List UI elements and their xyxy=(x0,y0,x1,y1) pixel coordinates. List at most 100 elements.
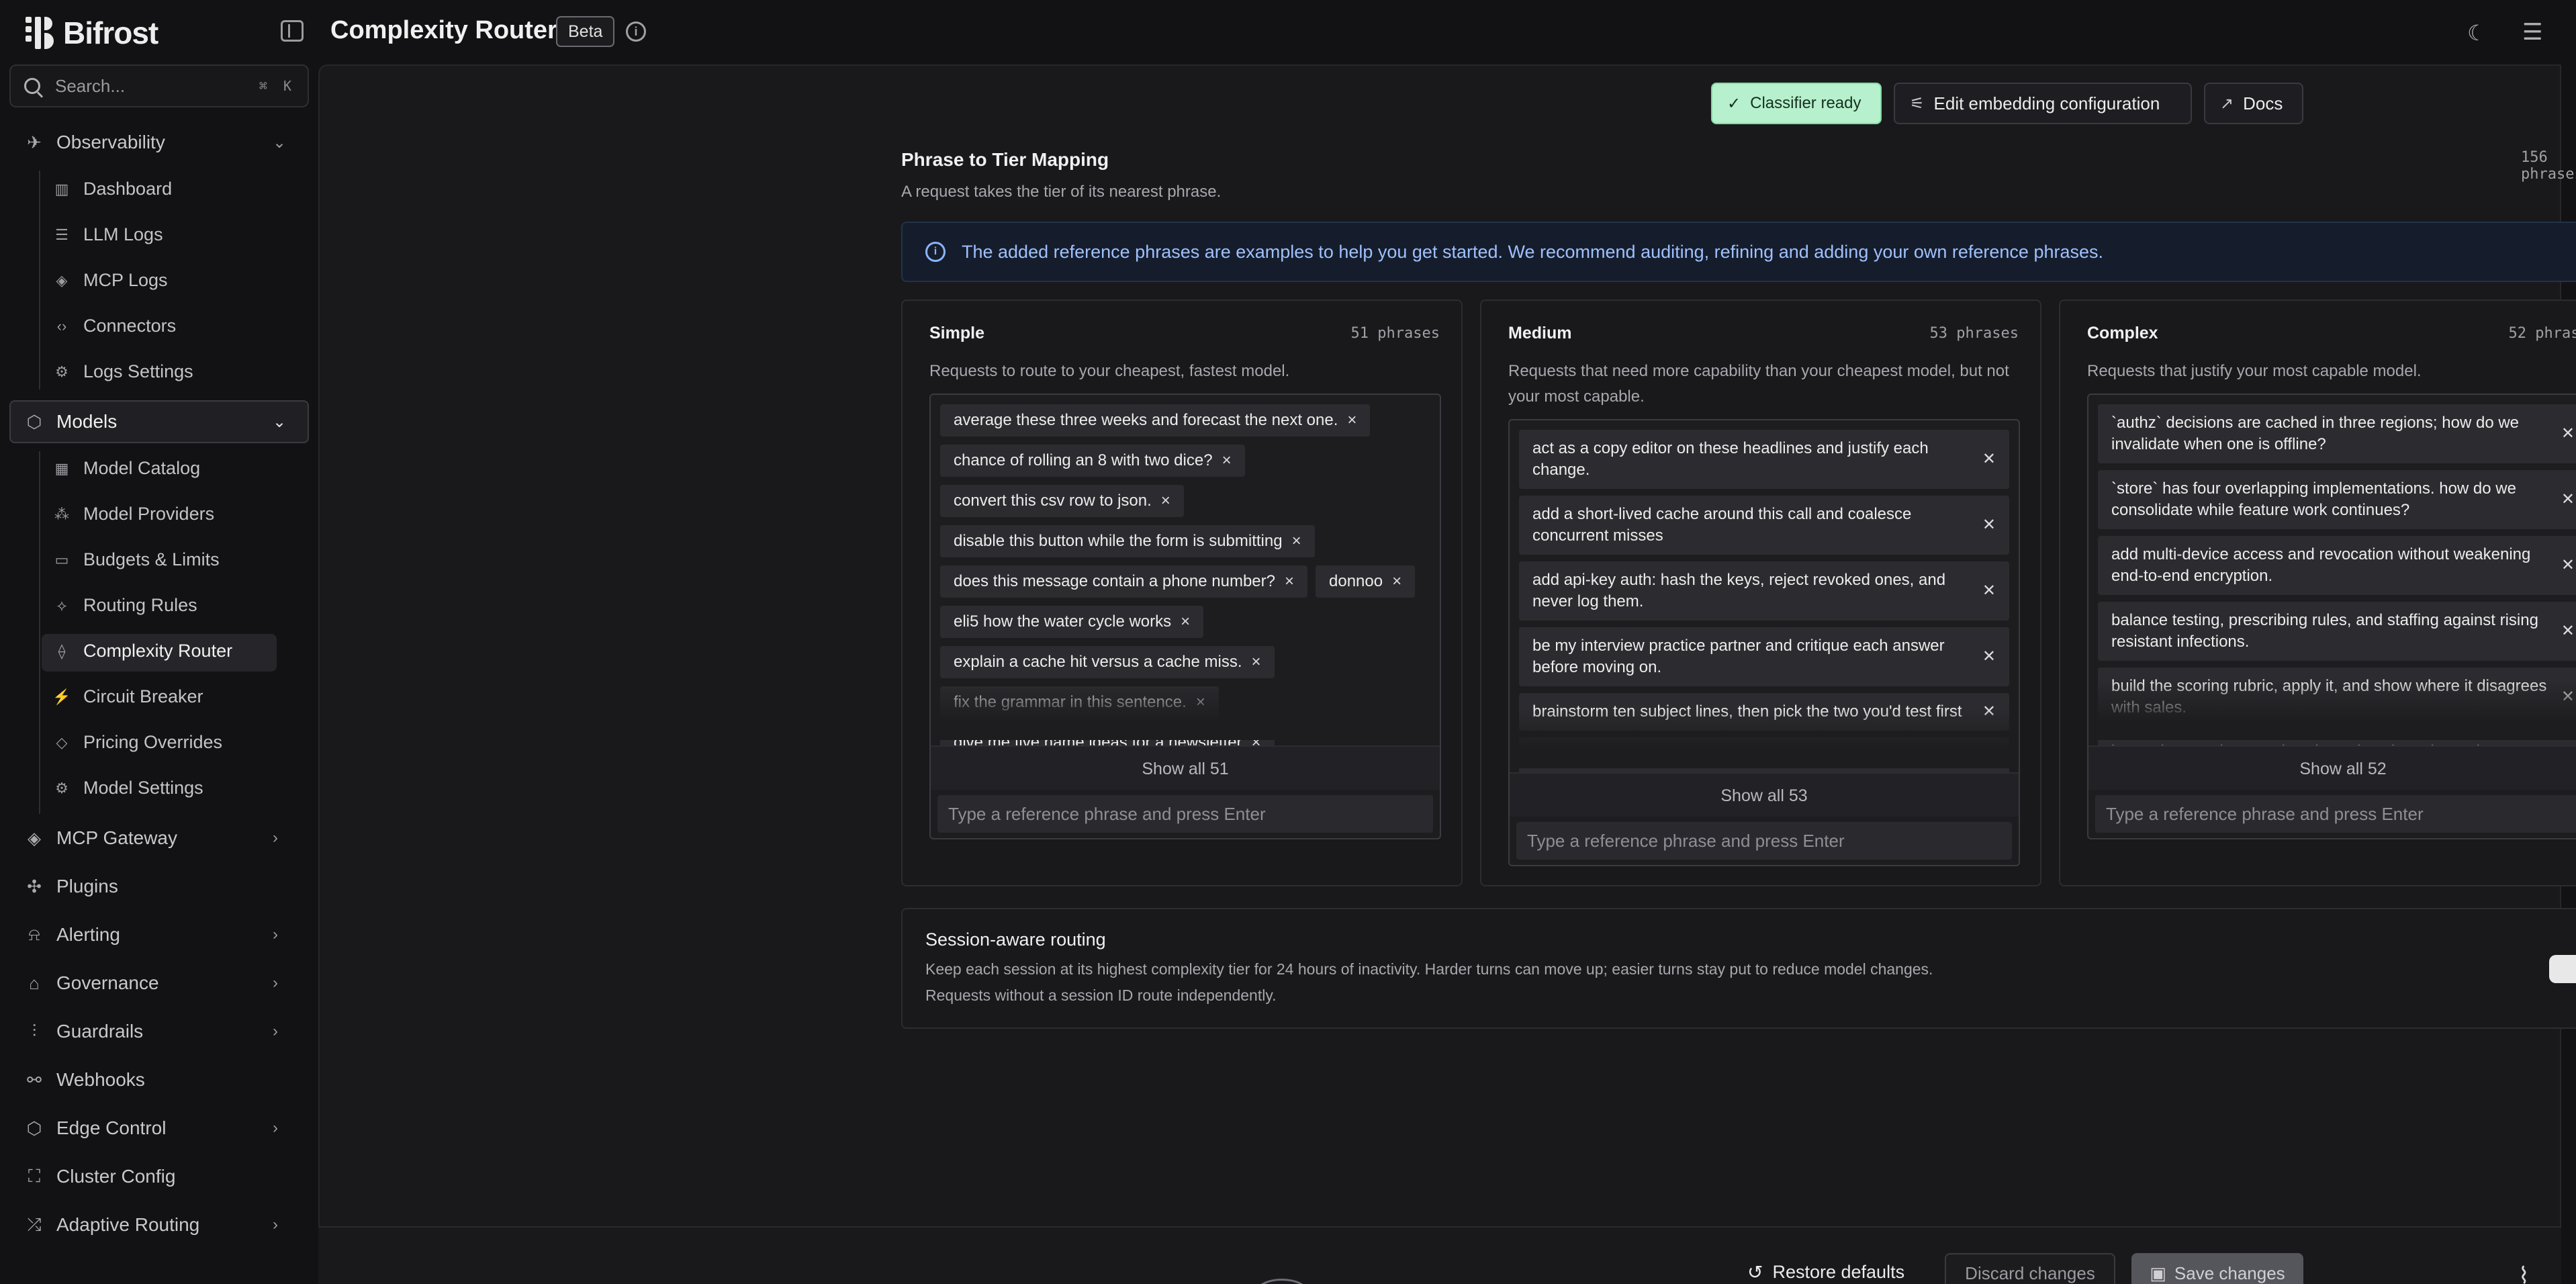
edit-embedding-label: Edit embedding configuration xyxy=(1933,93,2160,113)
sidebar-item-model-providers[interactable]: ⁂ Model Providers xyxy=(52,504,214,524)
chevron-right-icon[interactable]: › xyxy=(273,1216,278,1234)
info-banner: i The added reference phrases are exampl… xyxy=(901,222,2576,282)
chevron-down-icon[interactable]: ⌄ xyxy=(273,133,286,152)
remove-icon[interactable]: ✕ xyxy=(1982,449,1996,470)
nav-governance[interactable]: ⌂ Governance xyxy=(24,972,158,994)
sidebar-item-label: Connectors xyxy=(83,316,177,336)
classifier-ready-button[interactable]: ✓ Classifier ready xyxy=(1711,83,1882,124)
remove-icon[interactable]: × xyxy=(1222,451,1232,470)
nav-models-label: Models xyxy=(56,411,118,432)
phrase-chip: convert this csv row to json. × xyxy=(940,485,1184,517)
nav-mcp-gateway[interactable]: ◈ MCP Gateway xyxy=(24,827,177,849)
chevron-right-icon[interactable]: › xyxy=(273,1022,278,1041)
search-icon xyxy=(24,78,40,94)
restore-label: Restore defaults xyxy=(1772,1262,1905,1282)
phrase-chip-text: does this message contain a phone number… xyxy=(954,572,1275,590)
session-title: Session-aware routing xyxy=(925,929,1106,950)
chevron-right-icon[interactable]: › xyxy=(273,925,278,944)
chevron-right-icon[interactable]: › xyxy=(273,974,278,993)
remove-icon[interactable]: ✕ xyxy=(2561,621,2575,642)
chevron-down-icon[interactable]: ⌄ xyxy=(273,412,286,432)
nav-guardrails[interactable]: ⫶ Guardrails xyxy=(24,1021,143,1042)
remove-icon[interactable]: × xyxy=(1285,572,1294,591)
activity-icon[interactable]: ⌇ xyxy=(2518,1263,2530,1284)
sidebar-item-budgets-limits[interactable]: ▭ Budgets & Limits xyxy=(52,549,220,570)
phrase-chip: `authz` decisions are cached in three re… xyxy=(2098,404,2576,463)
remove-icon[interactable]: ✕ xyxy=(2561,555,2575,576)
sidebar-item-pricing-overrides[interactable]: ◇ Pricing Overrides xyxy=(52,732,223,753)
network-icon: ⛶ xyxy=(28,1166,41,1186)
save-changes-button[interactable]: ▣ Save changes xyxy=(2131,1253,2303,1284)
sidebar-item-mcp-logs[interactable]: ◈ MCP Logs xyxy=(52,270,168,291)
session-aware-toggle[interactable] xyxy=(2549,955,2576,983)
remove-icon[interactable]: ✕ xyxy=(1982,514,1996,536)
nav-webhooks[interactable]: ⚯ Webhooks xyxy=(24,1069,145,1091)
sidebar-item-llm-logs[interactable]: ☰ LLM Logs xyxy=(52,224,163,245)
phrase-box: average these three weeks and forecast t… xyxy=(929,394,1441,839)
phrase-chip-text: average these three weeks and forecast t… xyxy=(954,411,1338,429)
reference-phrase-input[interactable] xyxy=(937,795,1433,833)
remove-icon[interactable]: × xyxy=(1392,572,1401,591)
search-placeholder: Search... xyxy=(55,75,126,96)
sidebar-item-routing-rules[interactable]: ⟡ Routing Rules xyxy=(52,595,197,616)
sidebar-item-model-catalog[interactable]: ▦ Model Catalog xyxy=(52,458,201,479)
phrase-chip: disable this button while the form is su… xyxy=(940,525,1315,557)
logo[interactable]: Bifrost xyxy=(26,15,158,51)
sidebar-item-label: Dashboard xyxy=(83,179,173,199)
nav-cluster-config[interactable]: ⛶ Cluster Config xyxy=(24,1166,176,1187)
observability-rail xyxy=(39,171,40,389)
show-all-button[interactable]: Show all 51 xyxy=(931,745,1440,790)
nav-edge-control[interactable]: ⬡ Edge Control xyxy=(24,1117,167,1139)
search-input[interactable]: Search... ⌘ K xyxy=(9,64,309,107)
sidebar-item-label: Routing Rules xyxy=(83,595,197,615)
sidebar-item-circuit-breaker[interactable]: ⚡ Circuit Breaker xyxy=(52,686,203,707)
info-icon[interactable]: i xyxy=(626,21,646,42)
show-all-button[interactable]: Show all 53 xyxy=(1510,772,2019,817)
chevron-right-icon[interactable]: › xyxy=(273,829,278,847)
remove-icon[interactable]: ✕ xyxy=(1982,646,1996,668)
nav-label: Plugins xyxy=(56,876,118,897)
sidebar-item-complexity-router[interactable]: ⟠ Complexity Router xyxy=(52,641,233,661)
reference-phrase-input[interactable] xyxy=(1516,822,2012,860)
sidebar-item-label: Model Providers xyxy=(83,504,215,524)
nav-plugins[interactable]: ✣ Plugins xyxy=(24,876,118,897)
remove-icon[interactable]: ✕ xyxy=(1982,580,1996,602)
phrase-chip-text: add a short-lived cache around this call… xyxy=(1532,505,1912,545)
phrase-chip-text: act as a copy editor on these headlines … xyxy=(1532,439,1929,479)
gear-icon: ⚙ xyxy=(55,363,68,380)
collapse-sidebar-icon[interactable] xyxy=(281,20,304,42)
edit-embedding-button[interactable]: ⚟ Edit embedding configuration xyxy=(1894,83,2192,124)
remove-icon[interactable]: × xyxy=(1347,411,1356,430)
docs-button[interactable]: ↗ Docs xyxy=(2204,83,2303,124)
sidebar-item-label: Model Settings xyxy=(83,778,203,798)
remove-icon[interactable]: ✕ xyxy=(2561,423,2575,445)
menu-icon[interactable]: ☰ xyxy=(2522,19,2542,46)
remove-icon[interactable]: × xyxy=(1252,653,1261,672)
chevron-right-icon[interactable]: › xyxy=(273,1119,278,1138)
phrase-chip-text: be my interview practice partner and cri… xyxy=(1532,637,1945,676)
remove-icon[interactable]: ✕ xyxy=(2561,489,2575,510)
discard-changes-button[interactable]: Discard changes xyxy=(1945,1253,2115,1284)
tier-simple: Simple 51 phrases Requests to route to y… xyxy=(901,300,1463,886)
reference-phrase-input[interactable] xyxy=(2095,795,2576,833)
code-icon: ‹› xyxy=(56,317,67,334)
sidebar-item-connectors[interactable]: ‹› Connectors xyxy=(52,316,176,336)
tier-count: 53 phrases xyxy=(1929,325,2019,342)
info-icon: i xyxy=(925,242,946,262)
sidebar-item-dashboard[interactable]: ▥ Dashboard xyxy=(52,179,173,199)
nav-models[interactable]: ⬡ Models xyxy=(24,411,118,432)
nav-observability[interactable]: ✈ Observability xyxy=(24,132,165,153)
sidebar: Bifrost Search... ⌘ K ✈ Observability ⌄ … xyxy=(0,0,318,1284)
nav-adaptive-routing[interactable]: ⤮ Adaptive Routing xyxy=(24,1214,200,1236)
phrase-chip-text: disable this button while the form is su… xyxy=(954,532,1283,550)
remove-icon[interactable]: × xyxy=(1292,532,1301,551)
remove-icon[interactable]: × xyxy=(1181,612,1190,631)
tier-name: Simple xyxy=(929,324,984,342)
sidebar-item-model-settings[interactable]: ⚙ Model Settings xyxy=(52,778,203,798)
theme-toggle-icon[interactable]: ☾ xyxy=(2467,20,2487,46)
show-all-button[interactable]: Show all 52 xyxy=(2088,745,2576,790)
remove-icon[interactable]: × xyxy=(1161,492,1170,510)
restore-defaults-button[interactable]: ↺ Restore defaults xyxy=(1747,1261,1904,1283)
nav-alerting[interactable]: ⍾ Alerting xyxy=(24,924,120,946)
sidebar-item-logs-settings[interactable]: ⚙ Logs Settings xyxy=(52,361,193,382)
